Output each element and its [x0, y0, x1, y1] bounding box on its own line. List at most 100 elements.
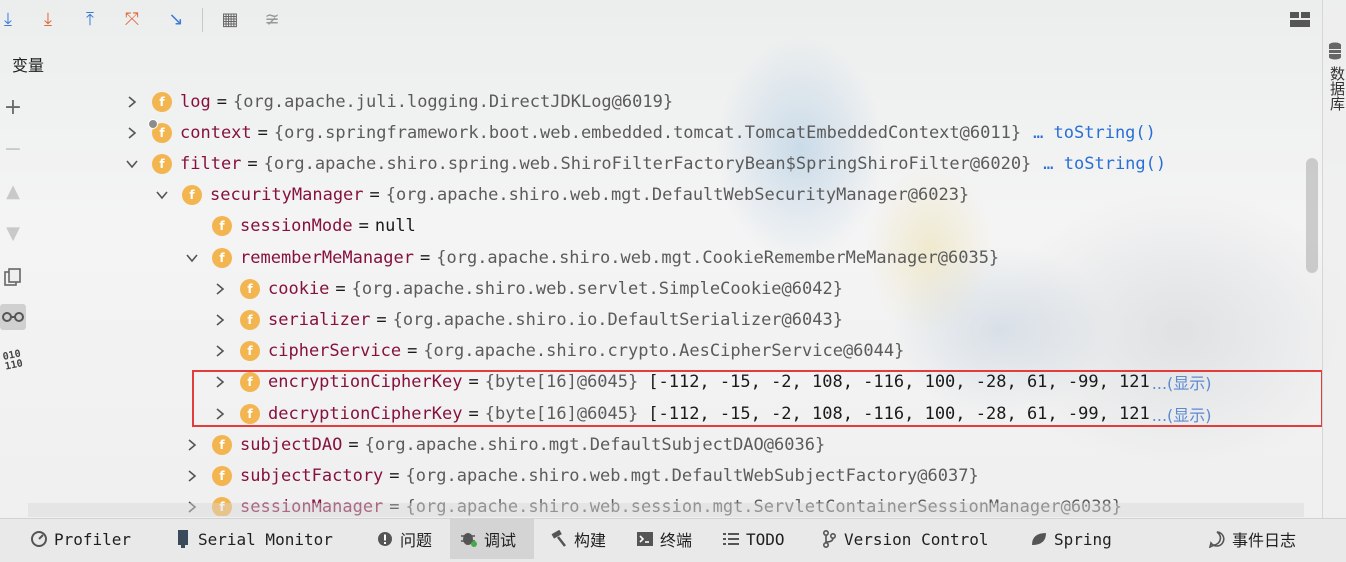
field-value: {org.springframework.boot.web.embedded.t… — [273, 122, 1022, 143]
trace-stream-icon[interactable]: ≆ — [260, 8, 284, 32]
tab-profiler-label: Profiler — [54, 529, 132, 549]
tab-profiler[interactable]: Profiler — [30, 519, 131, 559]
tab-todo-label: TODO — [746, 529, 785, 549]
field-icon: f — [182, 185, 202, 206]
tab-event-log[interactable]: 事件日志 — [1208, 519, 1296, 559]
field-icon: f — [240, 278, 260, 299]
tree-row-cookie[interactable]: f cookie = {org.apache.shiro.web.servlet.Si… — [28, 273, 1304, 304]
evaluate-expression-icon[interactable]: ▦ — [218, 8, 242, 32]
tree-row-subjectDAO[interactable]: f subjectDAO = {org.apache.shiro.mgt.Defaul… — [28, 429, 1304, 460]
run-to-cursor-icon[interactable]: ↘ — [164, 8, 188, 32]
tab-terminal-label: 终端 — [660, 531, 693, 550]
to-string-link[interactable]: … toString() — [1033, 123, 1156, 143]
tree-row-filter[interactable]: f filter = {org.apache.shiro.spring.web.Shi… — [28, 148, 1304, 179]
tab-serial-monitor[interactable]: Serial Monitor — [174, 519, 333, 559]
equals-sign: = — [216, 91, 227, 112]
tab-problems-label: 问题 — [400, 531, 433, 550]
equals-sign: = — [369, 185, 380, 206]
field-name: cipherService — [268, 341, 402, 362]
to-string-link[interactable]: … toString() — [1043, 154, 1166, 174]
debug-toolbar: ⤓ ⤓ ⤒ ⤧ ↘ ▦ ≆ — [0, 0, 1322, 40]
horizontal-scrollbar[interactable] — [28, 503, 1304, 517]
vertical-scrollbar[interactable] — [1304, 86, 1320, 516]
tab-todo[interactable]: TODO — [722, 519, 785, 559]
equals-sign: = — [468, 372, 479, 393]
chevron-down-icon[interactable] — [184, 250, 200, 266]
field-icon: f — [240, 309, 260, 330]
field-name: filter — [180, 153, 242, 174]
field-icon: f — [212, 247, 232, 268]
show-more-link[interactable]: ...(显示) — [1152, 370, 1212, 394]
minus-icon[interactable]: − — [0, 136, 26, 162]
tree-row-sessionMode[interactable]: f sessionMode = null — [28, 211, 1304, 242]
tab-build-label: 构建 — [574, 531, 607, 550]
field-icon: f — [152, 153, 172, 174]
chevron-right-icon[interactable] — [184, 437, 200, 453]
tab-terminal[interactable]: 终端 — [636, 519, 692, 559]
field-icon: f — [148, 118, 172, 143]
field-name: cookie — [268, 278, 330, 299]
chevron-down-icon[interactable] — [124, 156, 140, 172]
tree-row-log[interactable]: f log = {org.apache.juli.logging.DirectJDKL… — [28, 86, 1304, 117]
force-step-into-icon[interactable]: ⤓ — [36, 8, 60, 32]
field-icon: f — [152, 91, 172, 112]
plus-icon[interactable]: + — [0, 94, 26, 120]
equals-sign: = — [468, 403, 479, 424]
tree-row-securityManager[interactable]: f securityManager = {org.apache.shiro.web.m… — [28, 180, 1304, 211]
tab-problems[interactable]: 问题 — [376, 519, 432, 559]
tab-debug[interactable]: 调试 — [450, 519, 534, 559]
chevron-right-icon[interactable] — [212, 312, 228, 328]
up-icon[interactable]: ▲ — [0, 178, 26, 204]
chevron-right-icon[interactable] — [212, 374, 228, 390]
tree-row-encryptionCipherKey[interactable]: f encryptionCipherKey = {byte[16]@6045} [-11… — [28, 367, 1304, 398]
tab-build[interactable]: 构建 — [550, 519, 606, 559]
chevron-down-icon[interactable] — [154, 187, 170, 203]
tree-row-serializer[interactable]: f serializer = {org.apache.shiro.io.Default… — [28, 304, 1304, 335]
array-preview: [-112, -15, -2, 108, -116, 100, -28, 61,… — [648, 372, 1150, 393]
copy-icon[interactable] — [0, 264, 26, 290]
tree-row-cipherService[interactable]: f cipherService = {org.apache.shiro.crypto.… — [28, 336, 1304, 367]
binary-icon[interactable]: 010 110 — [0, 346, 28, 377]
down-icon[interactable]: ▼ — [0, 220, 26, 246]
watches-glasses-icon[interactable] — [0, 304, 26, 330]
tab-version-control[interactable]: Version Control — [820, 519, 989, 559]
field-name: subjectFactory — [240, 465, 384, 486]
drop-frame-icon[interactable]: ⤧ — [120, 8, 144, 32]
step-out-icon[interactable]: ⤒ — [78, 8, 102, 32]
chevron-right-icon[interactable] — [212, 281, 228, 297]
show-more-link[interactable]: ...(显示) — [1152, 402, 1212, 426]
equals-sign: = — [358, 216, 369, 237]
chevron-right-icon[interactable] — [212, 343, 228, 359]
tree-row-decryptionCipherKey[interactable]: f decryptionCipherKey = {byte[16]@6045} [-11… — [28, 398, 1304, 429]
field-icon: f — [212, 434, 232, 455]
spring-leaf-icon — [1030, 530, 1048, 548]
field-value: {byte[16]@6045} — [484, 403, 639, 424]
field-name: serializer — [268, 309, 371, 330]
tab-debug-label: 调试 — [484, 531, 517, 550]
database-icon[interactable] — [1328, 42, 1342, 64]
tree-row-subjectFactory[interactable]: f subjectFactory = {org.apache.shiro.web.mg… — [28, 460, 1304, 491]
field-icon: f — [212, 465, 232, 486]
variables-gutter: + − ▲ ▼ 010 110 — [0, 84, 28, 514]
field-value: {org.apache.juli.logging.DirectJDKLog@60… — [232, 91, 674, 112]
field-value: {org.apache.shiro.web.mgt.DefaultWebSecu… — [385, 185, 970, 206]
event-log-icon — [1208, 530, 1226, 548]
scroll-thumb[interactable] — [1306, 158, 1318, 273]
variables-tree: f log = {org.apache.juli.logging.DirectJDKL… — [28, 86, 1304, 516]
database-tab-label[interactable]: 数据库 — [1327, 66, 1346, 111]
tree-row-rememberMeManager[interactable]: f rememberMeManager = {org.apache.shiro.web… — [28, 242, 1304, 273]
tab-spring[interactable]: Spring — [1030, 519, 1112, 559]
field-icon: f — [240, 341, 260, 362]
tree-row-context[interactable]: f context = {org.springframework.boot.web.e… — [28, 117, 1304, 148]
chevron-right-icon[interactable] — [124, 94, 140, 110]
step-over-icon[interactable]: ⤓ — [0, 8, 20, 32]
chevron-right-icon[interactable] — [184, 468, 200, 484]
layout-icon[interactable] — [1288, 8, 1312, 32]
profiler-icon — [30, 530, 48, 548]
chevron-right-icon[interactable] — [212, 406, 228, 422]
version-control-icon — [820, 530, 838, 548]
equals-sign: = — [389, 465, 400, 486]
chevron-right-icon[interactable] — [124, 125, 140, 141]
equals-sign: = — [257, 122, 268, 143]
